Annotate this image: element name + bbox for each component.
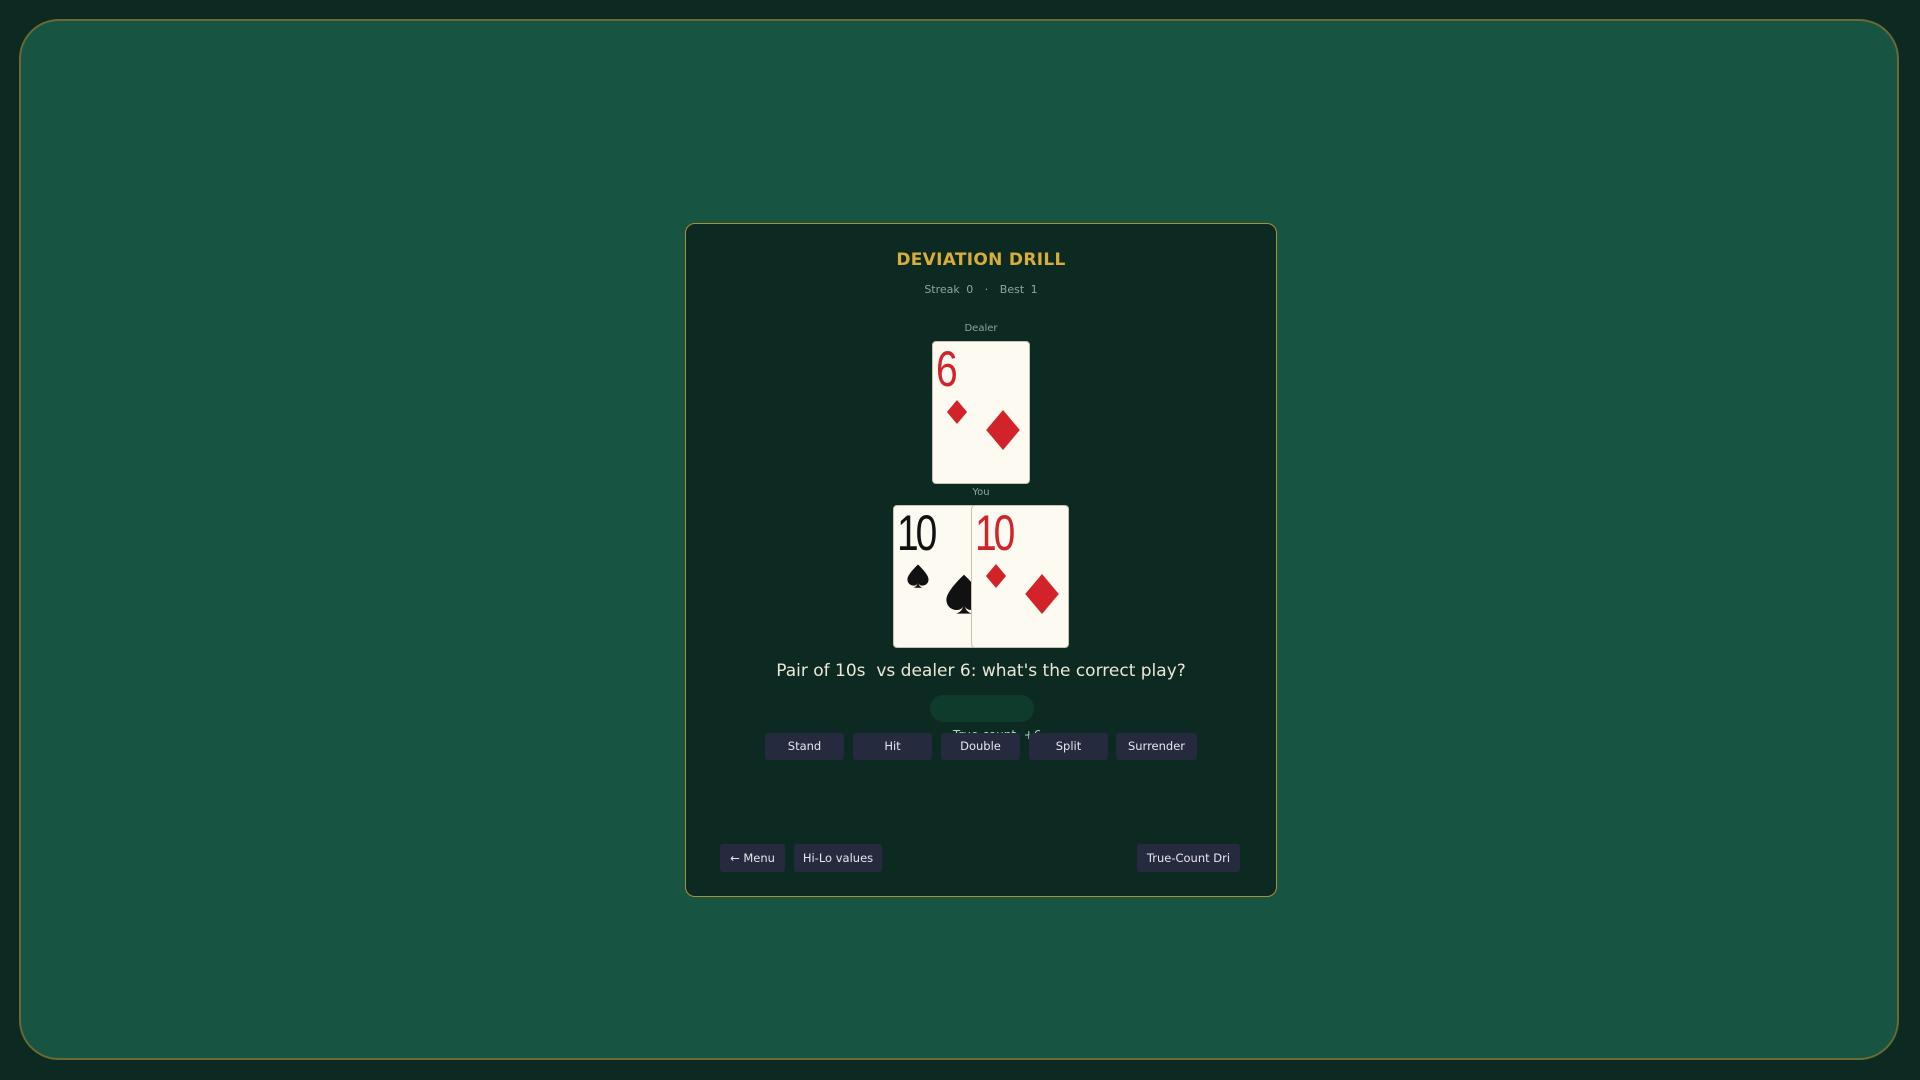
double-button[interactable]: Double: [941, 733, 1020, 760]
table-felt: DEVIATION DRILL Streak 0 · Best 1 Dealer…: [19, 19, 1899, 1060]
split-button[interactable]: Split: [1029, 733, 1108, 760]
stand-button[interactable]: Stand: [765, 733, 844, 760]
drill-question: Pair of 10s vs dealer 6: what's the corr…: [776, 661, 1186, 681]
diamond-icon: [1022, 574, 1062, 614]
stats-separator: ·: [984, 283, 989, 296]
menu-button[interactable]: ← Menu: [720, 844, 785, 872]
hit-button[interactable]: Hit: [853, 733, 932, 760]
diamond-icon: [945, 400, 969, 424]
hilo-values-button[interactable]: Hi-Lo values: [794, 844, 882, 872]
best-label: Best: [999, 283, 1025, 296]
diamond-icon: [984, 564, 1008, 588]
dealer-card: 6: [932, 341, 1030, 484]
streak-stats: Streak 0 · Best 1: [686, 283, 1276, 296]
spade-icon: [906, 564, 930, 588]
diamond-icon: [983, 410, 1023, 450]
true-count-badge: True count +6: [930, 695, 1041, 742]
best-value: 1: [1030, 283, 1038, 296]
dealer-label: Dealer: [964, 323, 998, 334]
streak-value: 0: [966, 283, 974, 296]
player-label: You: [972, 487, 990, 498]
drill-panel: DEVIATION DRILL Streak 0 · Best 1 Dealer…: [685, 223, 1277, 897]
card-rank: 10: [897, 505, 937, 561]
true-count-drill-button[interactable]: True-Count Dri: [1137, 844, 1240, 872]
streak-label: Streak: [924, 283, 960, 296]
drill-title: DEVIATION DRILL: [896, 250, 1066, 270]
card-rank: 6: [936, 341, 958, 397]
card-rank: 10: [975, 505, 1015, 561]
player-card: 10: [971, 505, 1069, 648]
surrender-button[interactable]: Surrender: [1116, 733, 1197, 760]
